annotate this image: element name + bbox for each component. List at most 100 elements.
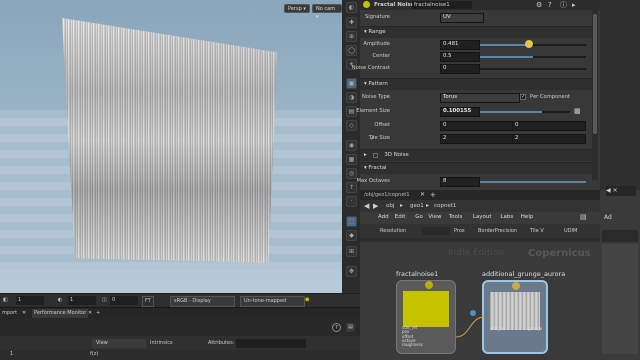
3d-noise-checkbox[interactable] (373, 153, 378, 158)
tab-close-icon[interactable]: ✕ (22, 309, 26, 318)
frame-count-field[interactable]: 1 (68, 296, 96, 305)
element-size-field[interactable]: 0.100155 (440, 107, 480, 117)
breadcrumb-separator-icon: ▸ (426, 202, 430, 209)
node-flag-icon[interactable] (425, 281, 433, 289)
udim-label[interactable]: UDIM (564, 224, 577, 238)
offset-x-field[interactable]: 0 (440, 121, 514, 131)
tile-y-field[interactable]: 2 (512, 134, 586, 144)
center-slider[interactable] (480, 56, 586, 58)
column-header: f(z) (90, 351, 99, 357)
element-size-slider[interactable] (480, 111, 570, 113)
resolution-label[interactable]: Resolution (380, 224, 406, 238)
grunge-input-size-ref: size_ref (490, 326, 506, 331)
help-icon[interactable]: ? (332, 323, 341, 332)
colorspace-dropdown[interactable]: sRGB - Display (170, 296, 235, 307)
tab-performance-monitor[interactable]: Performance Monitor (32, 309, 88, 318)
menu-go[interactable]: Go (415, 212, 423, 223)
pane-menu-icon[interactable]: ▤ (580, 213, 587, 221)
info-icon[interactable]: ⓘ (560, 0, 567, 10)
tonemap-dropdown[interactable]: Un-tone-mapped (240, 296, 305, 307)
tab-close-icon[interactable]: ✕ (420, 190, 425, 200)
pin-icon[interactable]: ▸ (572, 0, 576, 10)
spreadsheet-header: 1 f(z) (0, 350, 360, 360)
side-canvas[interactable] (602, 244, 638, 354)
signature-dropdown[interactable]: UV (440, 13, 484, 23)
noise-contrast-row: Noise Contrast 0 (352, 63, 592, 74)
noise-contrast-field[interactable]: 0 (440, 64, 480, 74)
side-tab[interactable]: ◀ ✕ (606, 186, 636, 196)
max-octaves-slider[interactable] (480, 181, 586, 183)
help-icon[interactable]: ? (548, 0, 552, 10)
section-3d-noise[interactable]: ▸ 3D Noise (360, 149, 592, 161)
tile-x-field[interactable]: 2 (440, 134, 514, 144)
menu-tools[interactable]: Tools (449, 212, 463, 223)
object-icon[interactable]: ◆ (346, 230, 357, 241)
attributes-filter-field[interactable] (236, 339, 306, 348)
menu-help[interactable]: Help (521, 212, 534, 223)
pane-menu-icon[interactable]: ▤ (346, 323, 355, 332)
center-field[interactable]: 0.5 (440, 52, 480, 62)
node-name-field[interactable]: fractalnoise1 (412, 1, 472, 9)
menu-labs[interactable]: Labs (500, 212, 513, 223)
max-octaves-label: Max Octaves (356, 178, 391, 184)
side-add-icon[interactable]: Ad (604, 214, 612, 221)
amplitude-slider[interactable] (480, 44, 586, 46)
node-label-grunge: additional_grunge_aurora (482, 270, 566, 278)
breadcrumb-geo[interactable]: geo1 (410, 200, 424, 212)
noise-type-dropdown[interactable]: Torus (440, 93, 520, 103)
frame-start-field[interactable]: 1 (16, 296, 44, 305)
param-scrollbar[interactable] (592, 10, 598, 180)
persp-menu-button[interactable]: Persp ▾ (284, 4, 310, 13)
frame-icon[interactable]: ◐ (58, 296, 62, 305)
back-arrow-icon[interactable]: ◀ (364, 200, 369, 212)
section-fractal[interactable]: ▾ Fractal (360, 162, 592, 174)
menu-layout[interactable]: Layout (473, 212, 492, 223)
per-component-checkbox[interactable]: ✓ (520, 94, 526, 100)
fractalnoise-thumbnail (403, 291, 449, 327)
network-path-tab[interactable]: /obj/geo1/copnet1 (364, 190, 410, 200)
border-label[interactable]: BorderPrecision (478, 224, 517, 238)
forward-arrow-icon[interactable]: ▶ (373, 200, 378, 212)
handle-icon[interactable]: ✥ (346, 266, 357, 277)
points-icon[interactable]: · (346, 196, 357, 207)
section-pattern[interactable]: ▾ Pattern (360, 78, 592, 90)
gear-icon[interactable]: ⚙ (536, 0, 542, 10)
tile-size-label: Tile Size (368, 135, 390, 141)
timeline-icon[interactable]: ◧ (3, 296, 8, 305)
menu-edit[interactable]: Edit (395, 212, 406, 223)
view-menu[interactable]: View (92, 339, 146, 348)
keypad-icon[interactable]: ▦ (574, 107, 581, 115)
node-flag-icon[interactable] (512, 282, 520, 290)
fractalnoise-inputs: size_ref pos offset octave roughness (402, 325, 423, 347)
scene-viewport[interactable]: Persp ▾ No cam ▾ (0, 0, 342, 293)
group-icon[interactable]: ⊞ (346, 246, 357, 257)
selection-mode-icon[interactable]: ⬚ (346, 216, 357, 227)
render-region-icon[interactable]: ▣ (346, 78, 357, 89)
add-tab-button[interactable]: + (430, 190, 436, 200)
resolution-field[interactable] (422, 227, 450, 235)
tile-view-label[interactable]: Tile V (530, 224, 544, 238)
grunge-node[interactable] (482, 280, 548, 354)
network-canvas[interactable]: Indie Edition Copernicus fractalnoise1 s… (360, 242, 600, 360)
tab-close-icon[interactable]: ✕ (88, 309, 92, 318)
breadcrumb-copnet[interactable]: copnet1 (434, 200, 456, 212)
proxy-label[interactable]: Prox (454, 224, 465, 238)
frame-zero-field[interactable]: 0 (110, 296, 138, 305)
amplitude-slider-handle[interactable] (525, 40, 533, 48)
section-range[interactable]: ▾ Range (360, 26, 592, 38)
per-component-label: Per Component (530, 94, 571, 100)
max-octaves-field[interactable]: 8 (440, 177, 480, 187)
add-tab-button[interactable]: + (96, 309, 100, 318)
amplitude-field[interactable]: 0.481 (440, 40, 480, 50)
offset-y-field[interactable]: 0 (512, 121, 586, 131)
noise-contrast-slider[interactable] (480, 68, 586, 70)
menu-add[interactable]: Add (378, 212, 389, 223)
tab-viewport[interactable]: mport (2, 309, 17, 318)
fit-button[interactable]: FT (142, 296, 154, 307)
tile-size-row: ✓ Tile Size 2 2 (360, 133, 592, 144)
frame-offset-icon[interactable]: ◫ (102, 296, 107, 305)
wireframe-icon[interactable]: ▦ (346, 154, 357, 165)
connector-dot-icon[interactable] (470, 310, 476, 316)
menu-view[interactable]: View (428, 212, 441, 223)
breadcrumb-obj[interactable]: obj (386, 200, 394, 212)
